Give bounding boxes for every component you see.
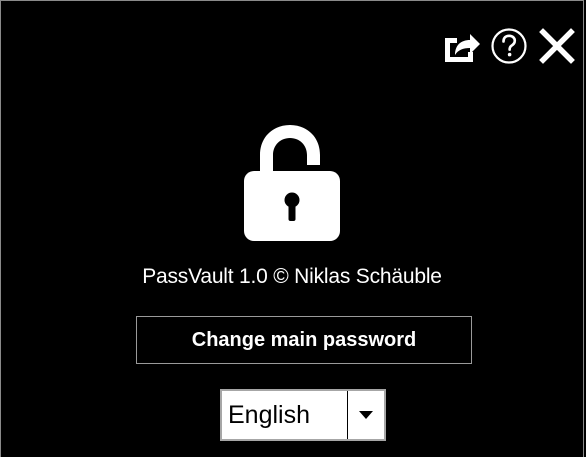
share-icon (445, 34, 480, 62)
help-icon (491, 28, 527, 64)
passvault-window: PassVault 1.0 © Niklas Schäuble Change m… (0, 0, 584, 457)
language-select[interactable]: English (220, 389, 386, 441)
chevron-down-icon (359, 411, 373, 419)
help-button[interactable] (487, 23, 531, 69)
unlocked-padlock-icon (244, 125, 340, 241)
app-credits: PassVault 1.0 © Niklas Schäuble (142, 265, 442, 288)
language-dropdown-toggle[interactable] (348, 391, 384, 439)
language-selected-value: English (222, 391, 348, 439)
close-button[interactable] (535, 23, 579, 69)
lock-container (1, 121, 583, 243)
close-icon (539, 28, 575, 64)
titlebar-controls (439, 23, 579, 69)
share-button[interactable] (439, 23, 483, 69)
change-main-password-button[interactable]: Change main password (136, 316, 472, 364)
